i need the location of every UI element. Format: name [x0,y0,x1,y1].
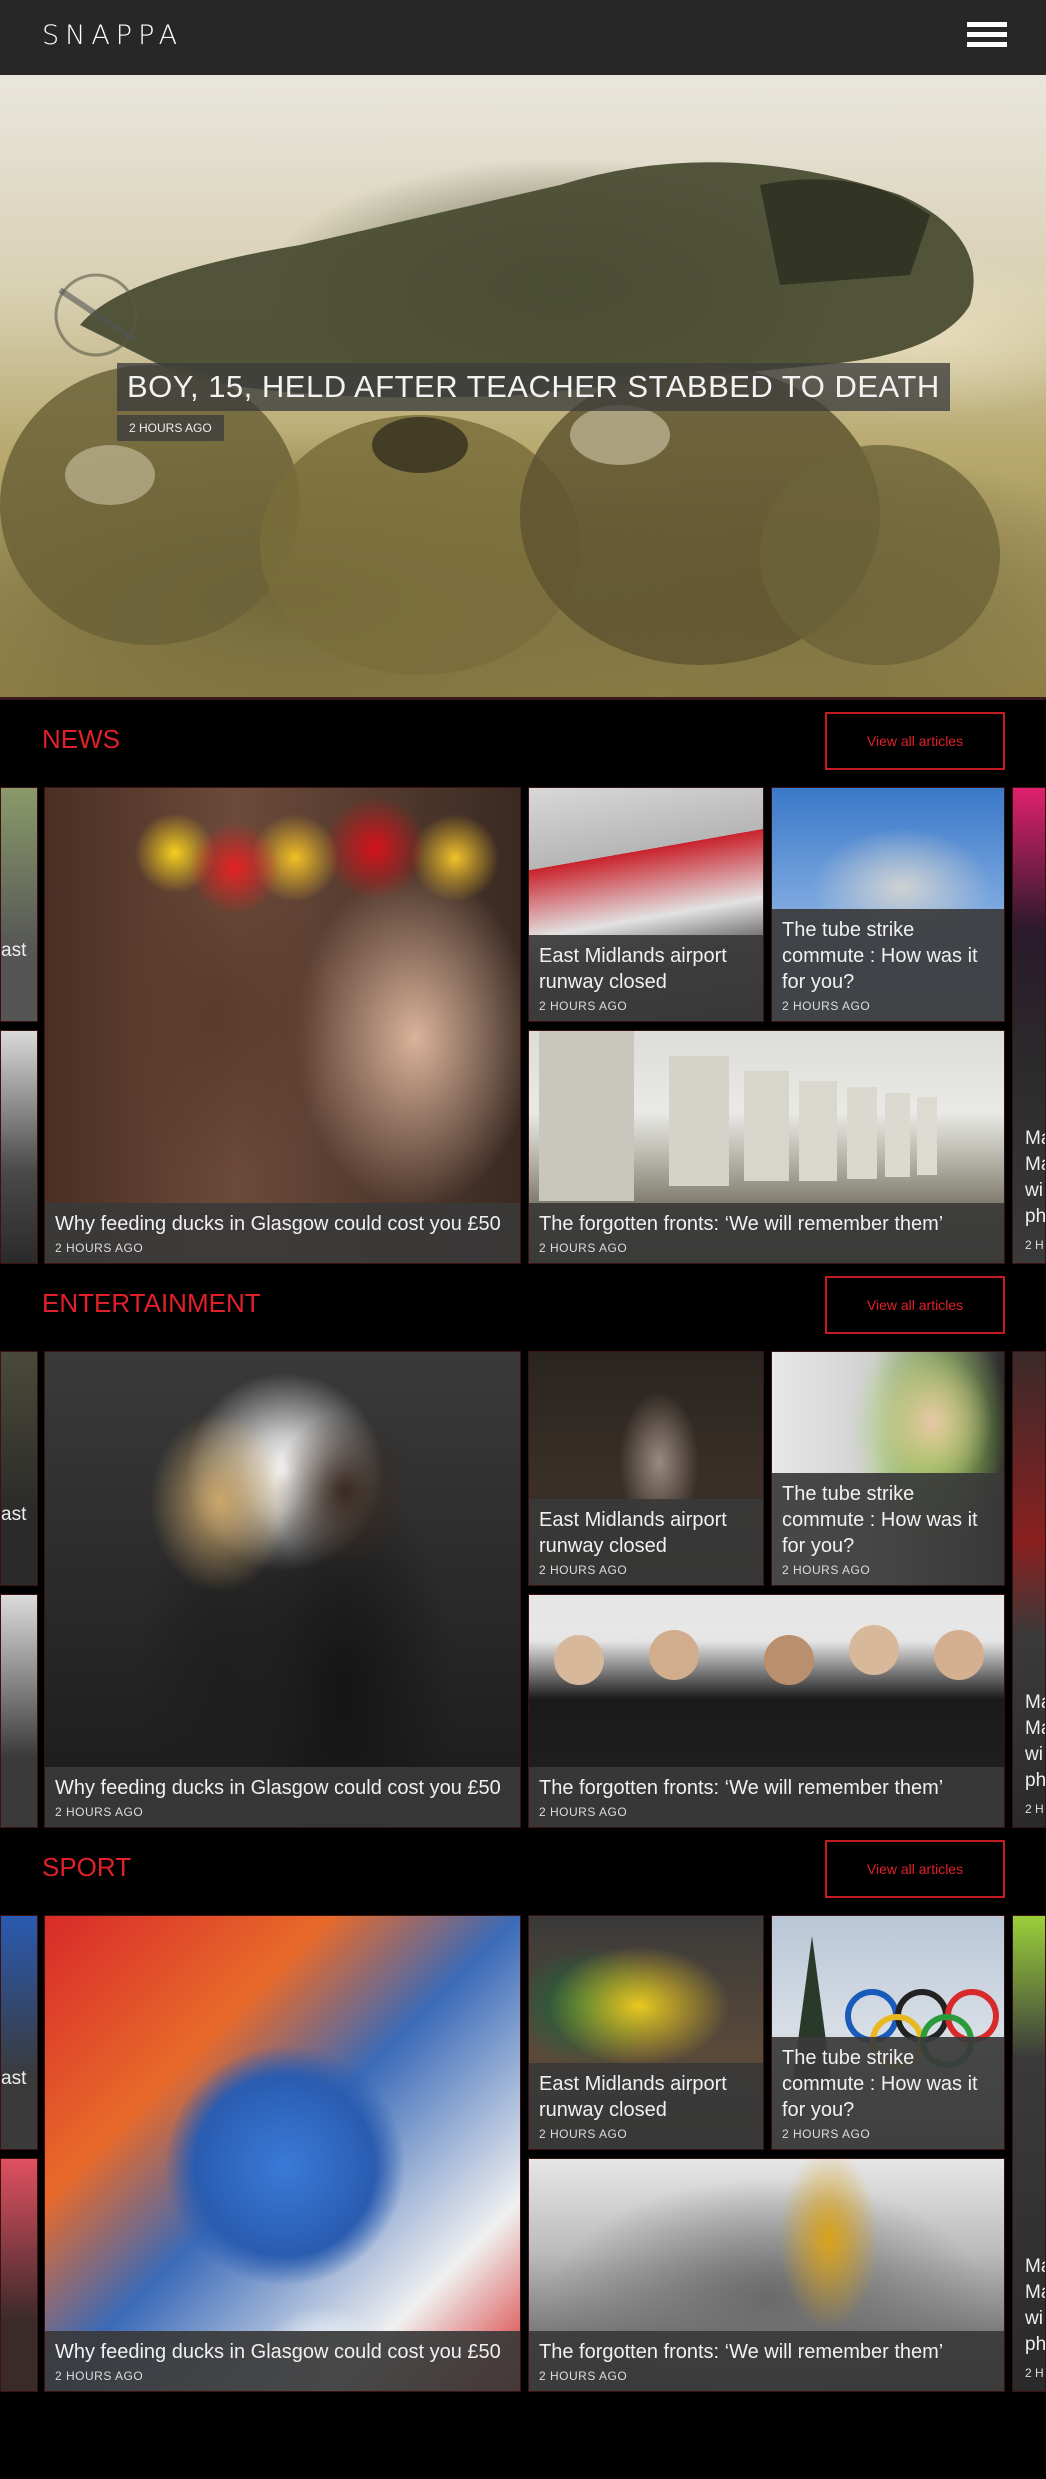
sport-article-forgotten-fronts[interactable]: The forgotten fronts: ‘We will remember … [528,2158,1005,2392]
sport-section-header: SPORT View all articles [0,1828,1046,1916]
edge-tile-text: ast [1,940,27,961]
article-title: The forgotten fronts: ‘We will remember … [539,1777,944,1799]
article-title: East Midlands airport runway closed [539,1509,727,1557]
entertainment-section-header: ENTERTAINMENT View all articles [0,1264,1046,1352]
section-title-news: NEWS [42,724,120,754]
news-section-header: NEWS View all articles [0,700,1046,788]
edge-tile-text: wi [1025,1744,1043,1765]
entertainment-article-airport[interactable]: East Midlands airport runway closed 2 HO… [528,1351,764,1586]
hero-headline[interactable]: BOY, 15, HELD AFTER TEACHER STABBED TO D… [117,363,950,411]
snappa-logo[interactable]: SNAPPA [42,20,183,51]
news-article-forgotten-fronts[interactable]: The forgotten fronts: ‘We will remember … [528,1030,1005,1264]
article-title: Why feeding ducks in Glasgow could cost … [55,2341,501,2363]
edge-tile-time: 2 H [1025,1238,1044,1252]
article-time: 2 HOURS AGO [55,2369,144,2383]
article-time: 2 HOURS AGO [55,1805,144,1819]
edge-tile-time: 2 H [1025,1802,1044,1816]
article-time: 2 HOURS AGO [539,1805,628,1819]
entertainment-featured-article[interactable]: Why feeding ducks in Glasgow could cost … [44,1351,521,1828]
edge-tile-text: Ma [1025,1718,1045,1739]
article-title: The tube strike commute : How was it for… [782,919,978,993]
article-time: 2 HOURS AGO [539,2127,628,2141]
article-time: 2 HOURS AGO [782,1563,871,1577]
edge-tile-text: Ma [1025,1154,1045,1175]
edge-tile-text: Ma [1025,2282,1045,2303]
article-time: 2 HOURS AGO [539,1563,628,1577]
article-time: 2 HOURS AGO [539,999,628,1013]
article-title: Why feeding ducks in Glasgow could cost … [55,1777,501,1799]
edge-tile-text: ast [1,2068,27,2089]
entertainment-article-tube-strike[interactable]: The tube strike commute : How was it for… [771,1351,1005,1586]
edge-tile-text: Ma [1025,1128,1045,1149]
sport-edge-tile-right[interactable]: Ma Ma wi ph 2 H [1012,1915,1046,2392]
view-all-news-button[interactable]: View all articles [825,712,1005,770]
entertainment-edge-tile-left-top[interactable]: ast [0,1351,38,1586]
view-all-sport-button[interactable]: View all articles [825,1840,1005,1898]
article-time: 2 HOURS AGO [55,1241,144,1255]
news-featured-article[interactable]: Why feeding ducks in Glasgow could cost … [44,787,521,1264]
edge-tile-text: ph [1025,1206,1046,1227]
entertainment-edge-tile-right[interactable]: Ma Ma wi ph 2 H [1012,1351,1046,1828]
sport-edge-tile-left-bottom[interactable] [0,2158,38,2392]
edge-tile-text: ph [1025,1770,1046,1791]
edge-tile-text: Ma [1025,2256,1045,2277]
article-title: East Midlands airport runway closed [539,2073,727,2121]
news-edge-tile-right[interactable]: Ma Ma wi ph 2 H [1012,787,1046,1264]
top-bar: SNAPPA [0,0,1046,75]
edge-tile-text: Ma [1025,1692,1045,1713]
article-title: The forgotten fronts: ‘We will remember … [539,1213,944,1235]
edge-tile-text: ast [1,1504,27,1525]
sport-edge-tile-left-top[interactable]: ast [0,1915,38,2150]
article-time: 2 HOURS AGO [782,2127,871,2141]
sport-featured-article[interactable]: Why feeding ducks in Glasgow could cost … [44,1915,521,2392]
hamburger-menu-icon[interactable] [967,22,1007,52]
article-title: The tube strike commute : How was it for… [782,2047,978,2121]
edge-tile-text: wi [1025,1180,1043,1201]
edge-tile-text: wi [1025,2308,1043,2329]
news-edge-tile-left-bottom[interactable] [0,1030,38,1264]
section-title-entertainment: ENTERTAINMENT [42,1288,261,1318]
article-title: The tube strike commute : How was it for… [782,1483,978,1557]
article-time: 2 HOURS AGO [539,1241,628,1255]
article-time: 2 HOURS AGO [782,999,871,1013]
edge-tile-time: 2 H [1025,2366,1044,2380]
article-title: East Midlands airport runway closed [539,945,727,993]
hero-timestamp: 2 HOURS AGO [117,415,224,441]
edge-tile-text: ph [1025,2334,1046,2355]
sport-article-airport[interactable]: East Midlands airport runway closed 2 HO… [528,1915,764,2150]
entertainment-edge-tile-left-bottom[interactable] [0,1594,38,1828]
sport-article-tube-strike[interactable]: The tube strike commute : How was it for… [771,1915,1005,2150]
entertainment-article-forgotten-fronts[interactable]: The forgotten fronts: ‘We will remember … [528,1594,1005,1828]
article-title: The forgotten fronts: ‘We will remember … [539,2341,944,2363]
news-article-airport[interactable]: East Midlands airport runway closed 2 HO… [528,787,764,1022]
news-article-tube-strike[interactable]: The tube strike commute : How was it for… [771,787,1005,1022]
article-time: 2 HOURS AGO [539,2369,628,2383]
news-edge-tile-left-top[interactable]: ast [0,787,38,1022]
section-title-sport: SPORT [42,1852,132,1882]
hero-banner[interactable]: BOY, 15, HELD AFTER TEACHER STABBED TO D… [0,75,1046,700]
article-title: Why feeding ducks in Glasgow could cost … [55,1213,501,1235]
view-all-entertainment-button[interactable]: View all articles [825,1276,1005,1334]
